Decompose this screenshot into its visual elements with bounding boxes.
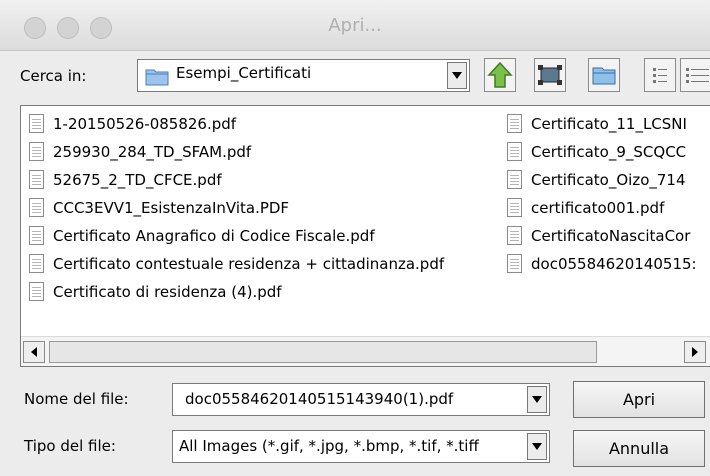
horizontal-scrollbar[interactable] xyxy=(21,336,710,366)
list-view-button[interactable] xyxy=(644,58,676,92)
chevron-down-icon[interactable] xyxy=(527,433,547,460)
chevron-down-icon[interactable] xyxy=(447,62,467,89)
look-in-dropdown[interactable]: Esempi_Certificati xyxy=(137,59,470,92)
chevron-right-icon xyxy=(692,347,698,357)
file-icon xyxy=(507,254,522,273)
file-icon xyxy=(507,226,522,245)
open-button[interactable]: Apri xyxy=(573,381,705,418)
filetype-value: All Images (*.gif, *.jpg, *.bmp, *.tif, … xyxy=(179,437,479,455)
desktop-icon xyxy=(538,65,562,85)
chevron-left-icon xyxy=(31,347,37,357)
file-icon xyxy=(29,226,44,245)
filename-label: Nome del file: xyxy=(24,390,129,408)
file-icon xyxy=(507,198,522,217)
details-view-button[interactable] xyxy=(680,58,710,92)
filetype-dropdown[interactable]: All Images (*.gif, *.jpg, *.bmp, *.tif, … xyxy=(172,430,550,463)
chevron-down-icon[interactable] xyxy=(527,386,547,413)
new-folder-icon xyxy=(592,67,616,85)
new-folder-button[interactable] xyxy=(588,58,620,92)
file-icon xyxy=(29,254,44,273)
desktop-button[interactable] xyxy=(534,58,566,92)
look-in-label: Cerca in: xyxy=(20,67,87,85)
window-title: Apri... xyxy=(328,15,382,36)
file-icon xyxy=(29,170,44,189)
list-view-icon xyxy=(653,68,667,83)
details-view-icon xyxy=(686,68,709,83)
title-bar: Apri... xyxy=(0,0,710,51)
up-arrow-icon xyxy=(487,61,513,88)
file-icon xyxy=(507,114,522,133)
scroll-left-button[interactable] xyxy=(23,341,45,363)
up-one-level-button[interactable] xyxy=(484,58,516,92)
file-icon xyxy=(29,142,44,161)
file-icon xyxy=(29,198,44,217)
file-icon xyxy=(507,170,522,189)
filename-input[interactable]: doc05584620140515143940(1).pdf xyxy=(172,383,550,416)
look-in-value: Esempi_Certificati xyxy=(176,64,312,82)
filetype-label: Tipo del file: xyxy=(24,437,116,455)
folder-icon xyxy=(145,66,169,90)
scrollbar-thumb[interactable] xyxy=(49,341,597,363)
file-list[interactable]: 1-20150526-085826.pdf 259930_284_TD_SFAM… xyxy=(20,105,710,367)
cancel-button[interactable]: Annulla xyxy=(573,430,705,467)
file-icon xyxy=(29,282,44,301)
file-icon xyxy=(29,114,44,133)
file-icon xyxy=(507,142,522,161)
filename-value: doc05584620140515143940(1).pdf xyxy=(185,390,454,408)
scroll-right-button[interactable] xyxy=(684,341,706,363)
